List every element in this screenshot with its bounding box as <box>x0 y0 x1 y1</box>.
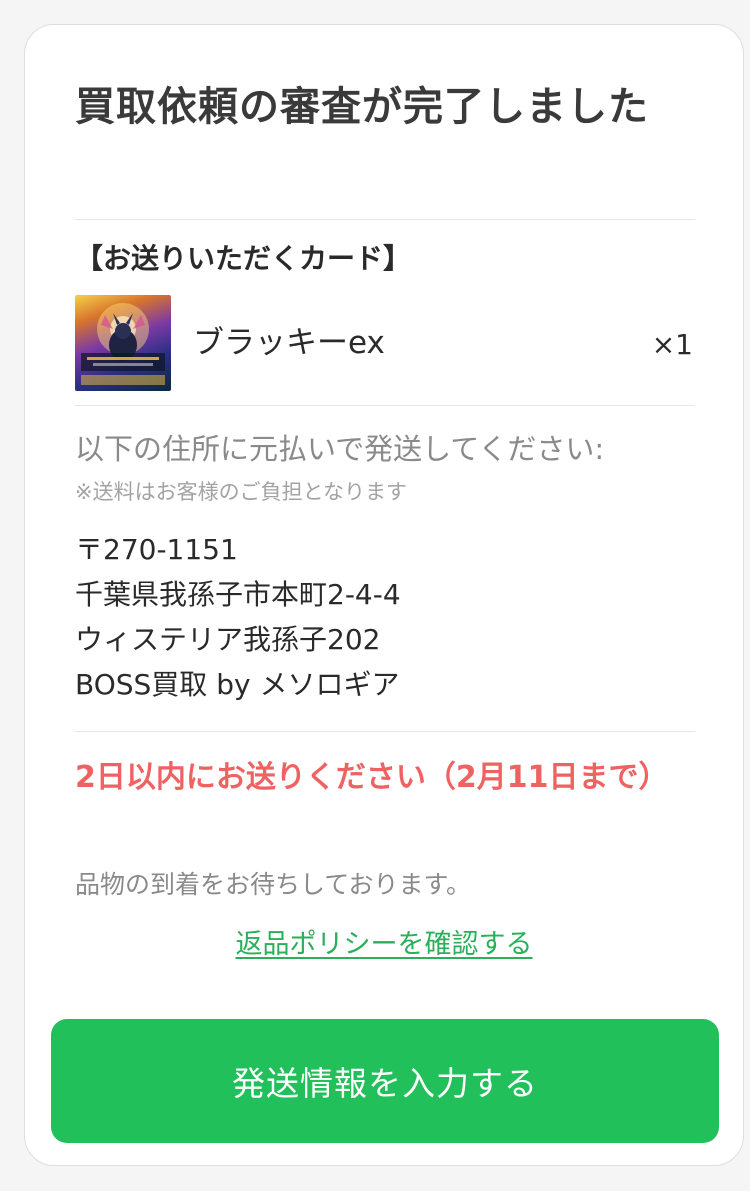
deadline-warning: 2日以内にお送りください（2月11日まで） <box>75 760 669 795</box>
return-policy-link[interactable]: 返品ポリシーを確認する <box>25 925 743 965</box>
pokemon-card-thumbnail <box>75 295 171 391</box>
review-complete-card: 買取依頼の審査が完了しました 【お送りいただくカード】 ブラッキーex ×1 以… <box>24 24 744 1166</box>
card-name: ブラッキーex <box>193 325 385 361</box>
waiting-message: 品物の到着をお待ちしております。 <box>75 870 472 899</box>
divider <box>75 405 695 406</box>
address-line: 千葉県我孫子市本町2-4-4 <box>75 578 401 611</box>
address-building: ウィステリア我孫子202 <box>75 623 381 656</box>
shipping-address: 〒270-1151 千葉県我孫子市本町2-4-4 ウィステリア我孫子202 BO… <box>75 527 401 707</box>
shipping-fee-note: ※送料はお客様のご負担となります <box>75 480 407 504</box>
card-quantity: ×1 <box>651 328 693 361</box>
divider <box>75 731 695 732</box>
shipping-instruction: 以下の住所に元払いで発送してください: <box>75 432 605 466</box>
send-cards-label: 【お送りいただくカード】 <box>75 242 412 275</box>
address-recipient: BOSS買取 by メソロギア <box>75 668 400 701</box>
enter-shipping-info-button[interactable]: 発送情報を入力する <box>51 1019 719 1143</box>
divider <box>75 219 695 220</box>
address-postal-code: 〒270-1151 <box>75 533 238 566</box>
page-title: 買取依頼の審査が完了しました <box>75 84 649 130</box>
